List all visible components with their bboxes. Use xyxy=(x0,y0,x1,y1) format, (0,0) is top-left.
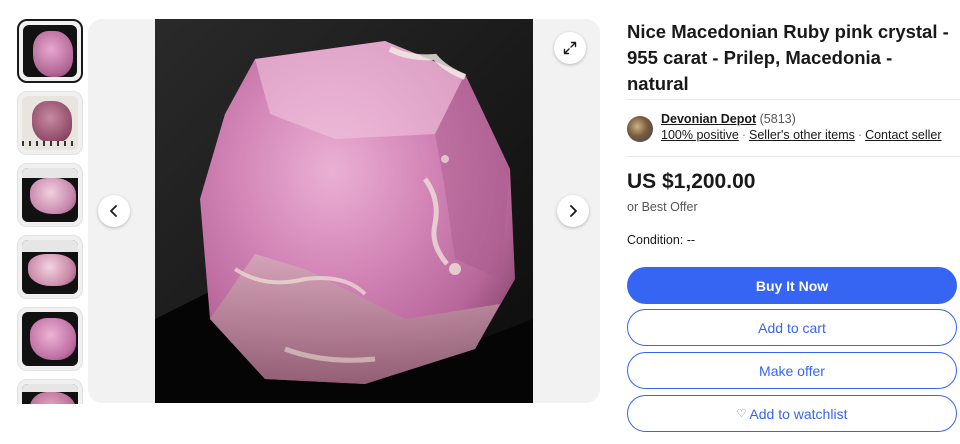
add-to-cart-button[interactable]: Add to cart xyxy=(627,309,957,346)
ruby-crystal-image xyxy=(155,19,533,403)
next-image-button[interactable] xyxy=(557,195,589,227)
add-to-cart-label: Add to cart xyxy=(758,319,826,336)
seller-links: 100% positive · Seller's other items · Conta… xyxy=(661,128,942,142)
expand-image-button[interactable] xyxy=(554,32,586,64)
seller-feedback-count: (5813) xyxy=(759,112,796,126)
thumbnail-strip xyxy=(17,19,83,404)
make-offer-label: Make offer xyxy=(759,362,825,379)
condition-text: Condition: -- xyxy=(627,233,696,247)
thumbnail-6[interactable] xyxy=(17,379,83,404)
add-to-watchlist-label: Add to watchlist xyxy=(749,405,848,422)
buy-it-now-button[interactable]: Buy It Now xyxy=(627,267,957,304)
price: US $1,200.00 xyxy=(627,170,756,193)
divider xyxy=(627,99,960,100)
make-offer-button[interactable]: Make offer xyxy=(627,352,957,389)
chevron-right-icon xyxy=(570,205,577,217)
thumbnail-image xyxy=(22,96,78,150)
seller-other-items-link[interactable]: Seller's other items xyxy=(749,128,855,142)
thumbnail-2[interactable] xyxy=(17,91,83,155)
listing-title: Nice Macedonian Ruby pink crystal - 955 … xyxy=(627,21,949,94)
image-viewer xyxy=(88,19,600,403)
thumbnail-image xyxy=(22,312,78,366)
thumbnail-image xyxy=(22,384,78,404)
buy-it-now-label: Buy It Now xyxy=(755,277,829,294)
thumbnail-image xyxy=(23,25,77,77)
expand-icon xyxy=(563,41,577,55)
heart-icon: ♡ xyxy=(736,408,747,420)
positive-feedback-link[interactable]: 100% positive xyxy=(661,128,739,142)
seller-name-line: Devonian Depot (5813) xyxy=(661,112,796,126)
separator-dot: · xyxy=(857,128,863,142)
thumbnail-4[interactable] xyxy=(17,235,83,299)
contact-seller-link[interactable]: Contact seller xyxy=(865,128,941,142)
thumbnail-image xyxy=(22,240,78,294)
seller-name-link[interactable]: Devonian Depot xyxy=(661,112,756,126)
separator-dot: · xyxy=(741,128,746,142)
seller-info: Devonian Depot (5813) 100% positive · Sell… xyxy=(627,112,960,146)
listing-panel: Nice Macedonian Ruby pink crystal - 955 … xyxy=(627,19,960,432)
previous-image-button[interactable] xyxy=(98,195,130,227)
seller-avatar[interactable] xyxy=(627,116,653,142)
divider xyxy=(627,156,960,157)
thumbnail-3[interactable] xyxy=(17,163,83,227)
add-to-watchlist-button[interactable]: ♡ Add to watchlist xyxy=(627,395,957,432)
thumbnail-1[interactable] xyxy=(17,19,83,83)
thumbnail-5[interactable] xyxy=(17,307,83,371)
thumbnail-image xyxy=(22,168,78,222)
main-product-image[interactable] xyxy=(155,19,533,403)
best-offer-text: or Best Offer xyxy=(627,200,698,214)
chevron-left-icon xyxy=(110,205,117,217)
